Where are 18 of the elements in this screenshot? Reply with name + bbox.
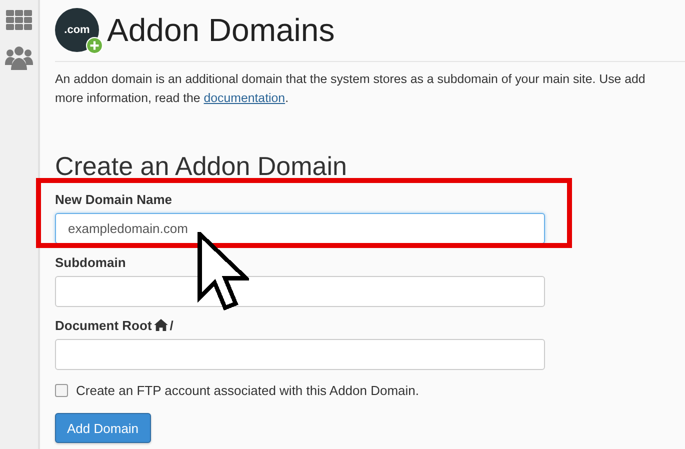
section-title: Create an Addon Domain xyxy=(55,151,348,181)
input-field[interactable] xyxy=(55,339,545,370)
grid-icon[interactable] xyxy=(6,10,32,30)
plus-icon xyxy=(86,37,103,54)
field-label: Document Root xyxy=(55,318,152,332)
documentation-link[interactable]: documentation xyxy=(204,91,286,105)
field-label: Subdomain xyxy=(55,254,126,270)
path-suffix: / xyxy=(170,318,174,332)
checkbox[interactable] xyxy=(55,384,68,397)
input-field[interactable] xyxy=(55,276,545,307)
cursor-icon xyxy=(197,232,249,312)
page-title: Addon Domains xyxy=(107,12,335,48)
checkbox-label: Create an FTP account associated with this Addon Domain. xyxy=(76,383,420,398)
users-icon[interactable] xyxy=(5,46,33,70)
input-field[interactable]: exampledomain.com xyxy=(55,213,545,244)
description: An addon domain is an additional domain that the system stores as a subdomain of your main site. Use add more information, read the documentation. xyxy=(55,71,646,107)
add-domain-button[interactable]: Add Domain xyxy=(55,413,151,443)
field-label: New Domain Name xyxy=(55,192,172,206)
